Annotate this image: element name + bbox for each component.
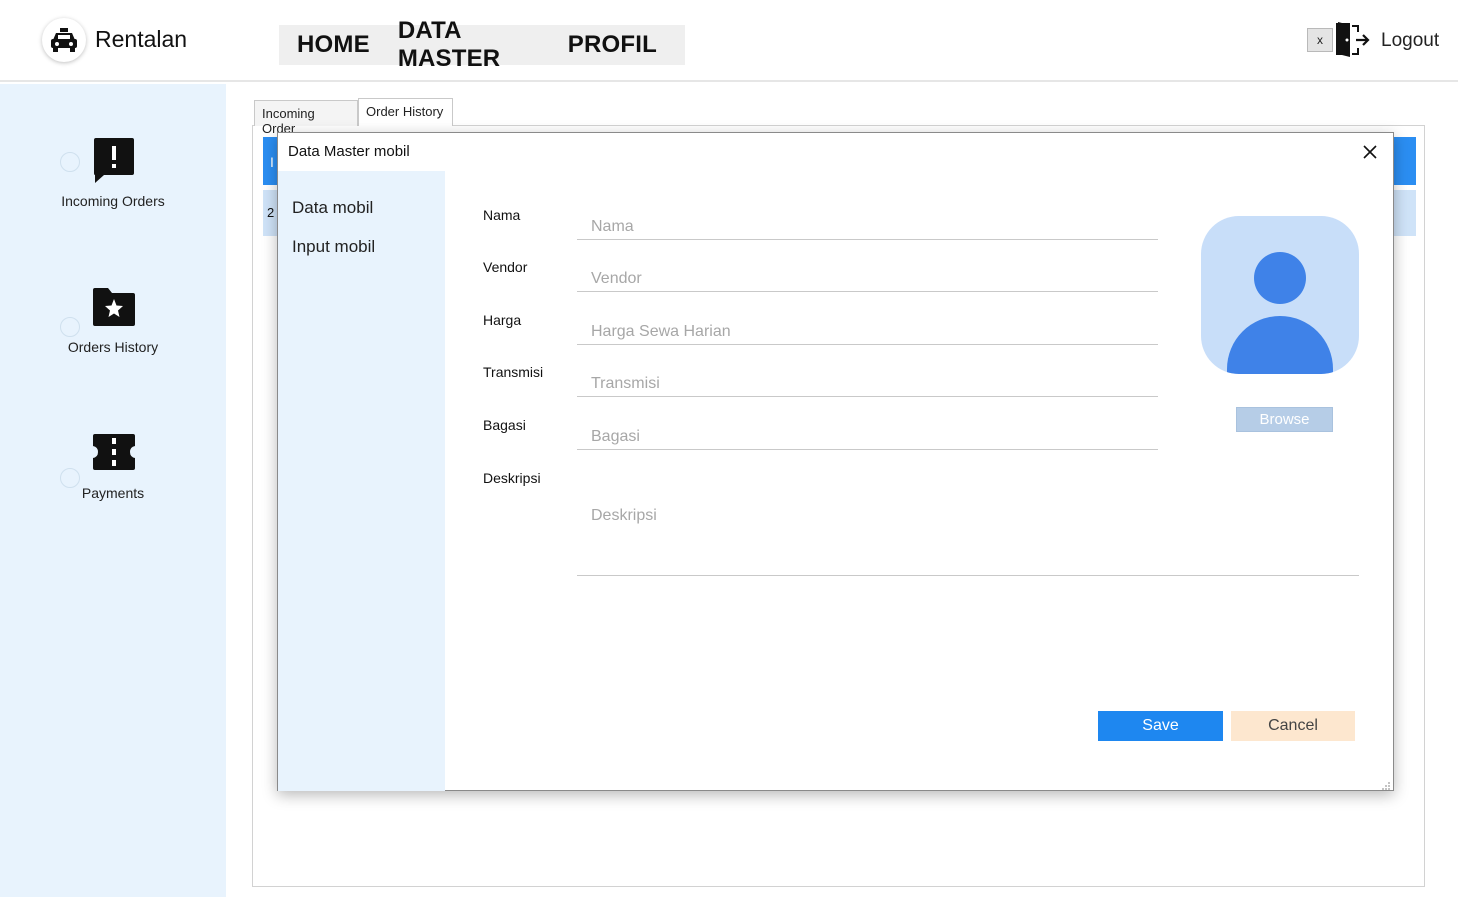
nama-input[interactable] <box>577 198 1158 240</box>
sidebar-item-label: Incoming Orders <box>61 193 165 209</box>
car-icon <box>42 18 86 62</box>
transmisi-input[interactable] <box>577 355 1158 397</box>
menu-item-input-mobil[interactable]: Input mobil <box>292 237 375 257</box>
sidebar-item-incoming-orders[interactable]: Incoming Orders <box>0 137 226 227</box>
bagasi-label: Bagasi <box>483 417 526 433</box>
sidebar-item-label: Orders History <box>67 339 159 355</box>
check-circle-icon <box>60 152 80 172</box>
sidebar-item-payments[interactable]: Payments <box>0 433 226 523</box>
sidebar: Incoming Orders Orders History Payments <box>0 84 226 897</box>
avatar-placeholder-icon <box>1201 216 1359 374</box>
sidebar-item-orders-history[interactable]: Orders History <box>0 287 226 377</box>
table-header-cell: I <box>270 154 274 170</box>
data-master-dialog: Data Master mobil Data mobil Input mobil… <box>277 132 1394 791</box>
ticket-icon <box>92 433 136 479</box>
transmisi-label: Transmisi <box>483 364 544 380</box>
menu-item-data-mobil[interactable]: Data mobil <box>292 198 373 218</box>
main-nav: HOME DATA MASTER PROFIL <box>279 17 685 72</box>
cancel-button[interactable]: Cancel <box>1231 711 1355 741</box>
save-button[interactable]: Save <box>1098 711 1223 741</box>
tab-incoming-order[interactable]: Incoming Order <box>254 100 358 136</box>
window-close-button[interactable]: x <box>1307 28 1333 52</box>
close-icon[interactable] <box>1359 141 1381 163</box>
bagasi-input[interactable] <box>577 408 1158 450</box>
harga-input[interactable] <box>577 303 1158 345</box>
alert-message-icon <box>92 137 136 183</box>
deskripsi-textarea[interactable] <box>577 489 1359 576</box>
vendor-label: Vendor <box>483 259 528 275</box>
vendor-input[interactable] <box>577 250 1158 292</box>
deskripsi-label: Deskripsi <box>483 470 541 486</box>
nav-profil[interactable]: PROFIL <box>568 31 657 59</box>
browse-button[interactable]: Browse <box>1236 407 1333 432</box>
nav-data-master[interactable]: DATA MASTER <box>398 17 540 73</box>
resize-grip-icon[interactable] <box>1381 778 1391 790</box>
logout-door-icon[interactable] <box>1334 20 1370 58</box>
logout-label[interactable]: Logout <box>1381 30 1439 52</box>
nama-label: Nama <box>483 207 521 223</box>
top-bar: Rentalan HOME DATA MASTER PROFIL x Logou… <box>0 0 1458 82</box>
sidebar-item-label: Payments <box>81 485 145 501</box>
check-circle-icon <box>60 317 80 337</box>
nav-home[interactable]: HOME <box>297 31 370 59</box>
table-cell: 2 <box>267 205 275 220</box>
star-folder-icon <box>92 287 136 333</box>
harga-label: Harga <box>483 312 522 328</box>
tab-order-history[interactable]: Order History <box>358 98 453 126</box>
app-name: Rentalan <box>95 26 188 52</box>
dialog-title: Data Master mobil <box>288 143 410 160</box>
dialog-menu: Data mobil Input mobil <box>278 171 445 791</box>
